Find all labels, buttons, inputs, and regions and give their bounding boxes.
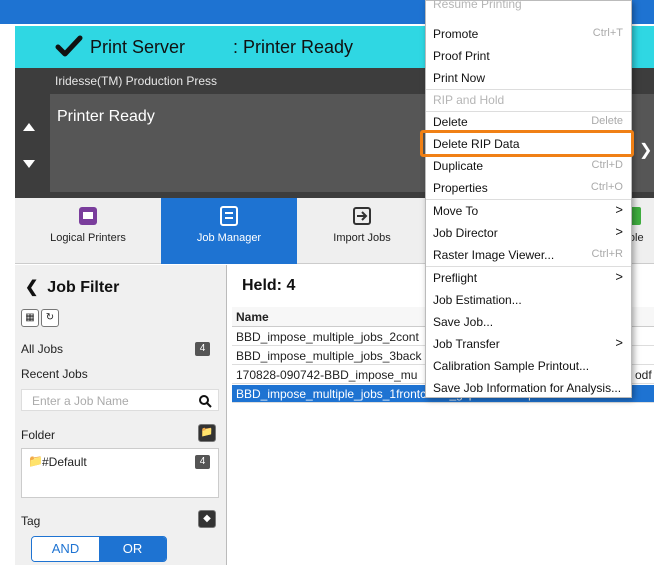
highlight-box <box>420 130 634 157</box>
and-button[interactable]: AND <box>32 537 99 561</box>
recent-jobs-label[interactable]: Recent Jobs <box>21 367 88 381</box>
all-jobs-count: 4 <box>195 342 210 356</box>
check-icon <box>55 35 83 57</box>
menu-item-save-job-info[interactable]: Save Job Information for Analysis... <box>426 377 631 399</box>
menu-item-job-transfer[interactable]: Job Transfer > <box>426 333 631 355</box>
tab-import-jobs[interactable]: Import Jobs <box>297 198 427 264</box>
tab-job-manager[interactable]: Job Manager <box>161 198 297 264</box>
chevron-right-icon[interactable]: ❯ <box>639 140 652 160</box>
menu-item-resume-printing: Resume Printing <box>433 0 522 11</box>
menu-item-raster-image-viewer[interactable]: Raster Image Viewer... Ctrl+R <box>426 244 631 266</box>
menu-item-promote[interactable]: Promote Ctrl+T <box>426 23 631 45</box>
tag-label: Tag <box>21 514 41 528</box>
job-search-input[interactable]: Enter a Job Name <box>21 389 219 411</box>
all-jobs-label[interactable]: All Jobs <box>21 342 63 356</box>
or-button[interactable]: OR <box>99 537 166 561</box>
menu-item-calibration-sample[interactable]: Calibration Sample Printout... <box>426 355 631 377</box>
tag-icon[interactable]: ◆ <box>198 510 216 528</box>
scroll-up-icon[interactable] <box>23 123 35 131</box>
add-folder-icon[interactable]: 📁 <box>198 424 216 442</box>
menu-item-job-director[interactable]: Job Director > <box>426 222 631 244</box>
search-icon[interactable] <box>198 394 212 408</box>
list-view-icon[interactable]: ▦ <box>21 309 39 327</box>
context-menu: Resume Printing Promote Ctrl+T Proof Prin… <box>425 0 632 398</box>
server-state: : Printer Ready <box>233 37 354 57</box>
menu-item-print-now[interactable]: Print Now <box>426 67 631 89</box>
held-count: Held: 4 <box>242 277 296 294</box>
tab-logical-printers[interactable]: Logical Printers <box>15 198 161 264</box>
menu-item-properties[interactable]: Properties Ctrl+O <box>426 177 631 199</box>
printer-name: Iridesse(TM) Production Press <box>55 74 218 88</box>
menu-item-proof-print[interactable]: Proof Print <box>426 45 631 67</box>
menu-item-move-to[interactable]: Move To > <box>426 200 631 222</box>
tab-label: Import Jobs <box>333 232 391 244</box>
tab-label: Logical Printers <box>50 232 126 244</box>
folder-item-default[interactable]: #Default <box>42 455 87 469</box>
menu-item-duplicate[interactable]: Duplicate Ctrl+D <box>426 155 631 177</box>
logical-printers-icon <box>79 207 97 225</box>
folder-icon: 📁 <box>28 454 43 468</box>
folder-label: Folder <box>21 428 56 442</box>
chevron-right-icon: > <box>615 269 623 284</box>
job-filter-panel: ❮ Job Filter ▦ ↻ All Jobs 4 Recent Jobs … <box>15 265 227 565</box>
chevron-right-icon: > <box>615 224 623 239</box>
menu-item-rip-and-hold: RIP and Hold <box>433 93 505 107</box>
chevron-right-icon: > <box>615 202 623 217</box>
col-name[interactable]: Name <box>236 310 269 324</box>
import-icon <box>353 207 371 225</box>
folder-count: 4 <box>195 455 210 469</box>
folder-list: 📁 #Default 4 <box>21 448 219 498</box>
menu-item-preflight[interactable]: Preflight > <box>426 267 631 289</box>
chevron-right-icon: > <box>615 335 623 350</box>
menu-item-job-estimation[interactable]: Job Estimation... <box>426 289 631 311</box>
job-manager-icon <box>220 206 238 226</box>
menu-item-save-job[interactable]: Save Job... <box>426 311 631 333</box>
printer-status: Printer Ready <box>57 108 155 125</box>
tab-label: Job Manager <box>196 232 262 244</box>
refresh-icon[interactable]: ↻ <box>41 309 59 327</box>
server-name: Print Server <box>90 37 186 57</box>
job-filter-title[interactable]: ❮ Job Filter <box>25 277 119 297</box>
search-placeholder: Enter a Job Name <box>32 394 129 408</box>
scroll-down-icon[interactable] <box>23 160 35 168</box>
and-or-toggle[interactable]: AND OR <box>31 536 167 562</box>
